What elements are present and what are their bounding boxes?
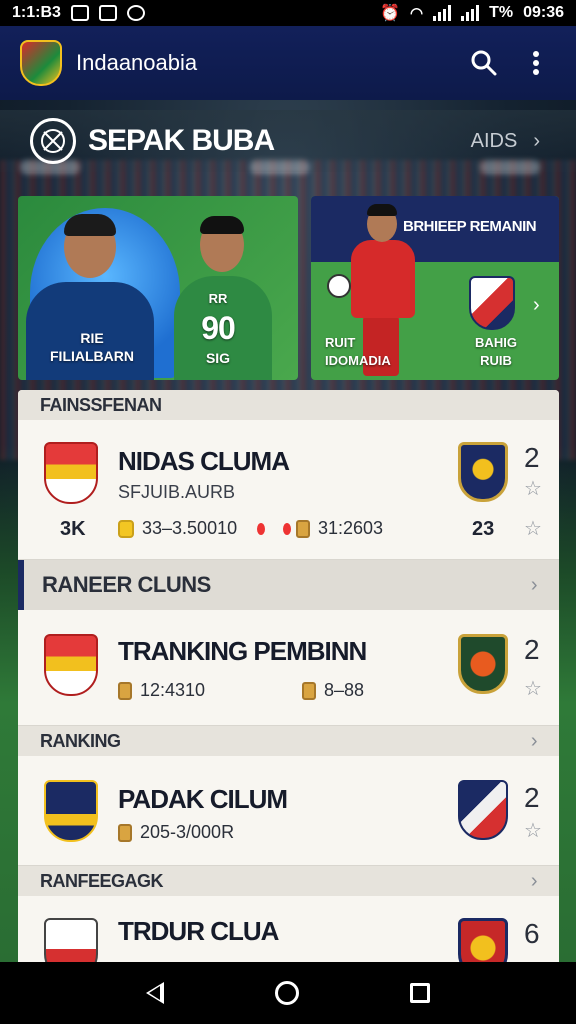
home-icon[interactable] bbox=[274, 981, 299, 1005]
list-item[interactable]: TRDUR CLUA 6 bbox=[18, 896, 559, 962]
drop-icon bbox=[283, 522, 292, 535]
rank-value: 6 bbox=[524, 918, 540, 949]
more-options-button[interactable] bbox=[516, 43, 556, 83]
coin-icon bbox=[118, 519, 134, 538]
opponent-value: 23 bbox=[472, 518, 495, 540]
chevron-right-icon: › bbox=[533, 129, 540, 152]
opponent-crest bbox=[458, 780, 508, 840]
club-name: TRDUR CLUA bbox=[118, 916, 279, 946]
club-crest bbox=[44, 442, 98, 504]
group-header[interactable]: RANKING › bbox=[18, 726, 559, 756]
shield-icon bbox=[98, 5, 117, 21]
alarm-icon: ⏰ bbox=[380, 5, 400, 22]
status-time-left: 1:1:B3 bbox=[12, 4, 61, 21]
club-stat-1: 205-3/000R bbox=[118, 822, 234, 843]
coin-icon bbox=[296, 519, 310, 538]
club-crest bbox=[44, 918, 98, 962]
chevron-right-icon: › bbox=[530, 573, 538, 596]
stat-value: 205-3/000R bbox=[140, 822, 235, 842]
star-icon[interactable]: ☆ bbox=[524, 676, 542, 701]
football-icon bbox=[30, 118, 76, 164]
stat-value: 12:4310 bbox=[140, 680, 206, 700]
group-header-label: RANKING bbox=[40, 730, 121, 751]
coin-icon bbox=[118, 681, 132, 700]
group-header[interactable]: RANFEEGAGK › bbox=[18, 866, 559, 896]
featured-card-title: BRHIEEP REMANIN bbox=[403, 218, 537, 235]
stat-value: 33–3.50010 bbox=[142, 518, 238, 538]
club-subtitle: SFJUIB.AURB bbox=[118, 482, 236, 502]
player-number-top: RR bbox=[208, 291, 228, 306]
group-header-label: RANEER CLUNS bbox=[42, 572, 211, 597]
back-icon[interactable] bbox=[145, 982, 164, 1004]
wifi-icon: ◠ bbox=[409, 5, 424, 22]
stat-value: 31:2603 bbox=[318, 518, 384, 538]
featured-match-card[interactable]: BRHIEEP REMANIN › RUIT IDOMADIA BAHIG RU… bbox=[311, 196, 559, 380]
rank-value: 2 bbox=[524, 634, 540, 665]
club-list-panel: FAINSSFENAN NIDAS CLUMA SFJUIB.AURB 3K 3… bbox=[18, 390, 559, 962]
search-icon bbox=[471, 50, 497, 76]
group-header-label: FAINSSFENAN bbox=[40, 394, 162, 415]
coin-icon bbox=[118, 823, 132, 842]
player-number: 90 bbox=[201, 310, 236, 346]
app-title: Indaanoabia bbox=[76, 50, 198, 75]
chevron-right-icon[interactable]: › bbox=[533, 294, 540, 317]
club-name: TRANKING PEMBINN bbox=[118, 636, 367, 666]
drop-icon bbox=[257, 522, 266, 535]
cat-icon bbox=[126, 5, 145, 21]
club-stat-2: 8–88 bbox=[302, 680, 364, 701]
featured-label-left: RUIT IDOMADIA bbox=[325, 335, 391, 368]
system-nav-bar bbox=[0, 962, 576, 1024]
signal-icon-2 bbox=[461, 5, 480, 21]
recent-apps-icon[interactable] bbox=[410, 983, 431, 1003]
club-stat-1: 33–3.50010 bbox=[118, 518, 292, 539]
search-button[interactable] bbox=[464, 43, 504, 83]
stat-value: 8–88 bbox=[324, 680, 365, 700]
player-label: RIE FILIALBARN bbox=[50, 330, 134, 365]
club-stat-1: 12:4310 bbox=[118, 680, 205, 701]
status-bar: 1:1:B3 ⏰ ◠ T% 09:36 bbox=[0, 0, 576, 26]
club-name: PADAK CILUM bbox=[118, 784, 288, 814]
chevron-right-icon: › bbox=[530, 869, 538, 892]
list-item[interactable]: NIDAS CLUMA SFJUIB.AURB 3K 33–3.50010 31… bbox=[18, 420, 559, 560]
star-icon[interactable]: ☆ bbox=[524, 516, 542, 541]
club-crest bbox=[44, 780, 98, 842]
chevron-right-icon: › bbox=[530, 729, 538, 752]
section-title: SEPAK BUBA bbox=[88, 124, 275, 157]
opponent-crest bbox=[458, 634, 508, 694]
coin-icon bbox=[302, 681, 316, 700]
app-logo[interactable] bbox=[20, 40, 62, 86]
group-header-label: RANFEEGAGK bbox=[40, 870, 164, 891]
opponent-crest bbox=[458, 918, 508, 962]
club-crest bbox=[469, 276, 515, 330]
more-vert-icon bbox=[533, 51, 539, 75]
list-item[interactable]: PADAK CILUM 205-3/000R 2 ☆ bbox=[18, 756, 559, 866]
star-icon[interactable]: ☆ bbox=[524, 818, 542, 843]
ball-icon bbox=[327, 274, 351, 298]
section-header: SEPAK BUBA AIDS › bbox=[0, 110, 576, 172]
rank-value: 2 bbox=[524, 782, 540, 813]
club-name: NIDAS CLUMA bbox=[118, 446, 290, 476]
group-header[interactable]: RANEER CLUNS › bbox=[18, 560, 559, 610]
star-icon[interactable]: ☆ bbox=[524, 476, 542, 501]
battery-text: T% bbox=[489, 4, 514, 21]
signal-icon bbox=[433, 5, 452, 21]
rank-value: 2 bbox=[524, 442, 540, 473]
app-bar: Indaanoabia bbox=[0, 26, 576, 100]
status-clock: 09:36 bbox=[523, 4, 564, 21]
list-item[interactable]: TRANKING PEMBINN 12:4310 8–88 2 ☆ bbox=[18, 610, 559, 726]
section-more-label: AIDS bbox=[470, 129, 518, 152]
gallery-icon bbox=[70, 5, 89, 21]
club-crest bbox=[44, 634, 98, 696]
section-more-link[interactable]: AIDS › bbox=[471, 130, 540, 153]
club-count: 3K bbox=[60, 518, 86, 540]
featured-player-card[interactable]: RIE FILIALBARN RR 90 SIG bbox=[18, 196, 298, 380]
opponent-crest bbox=[458, 442, 508, 502]
featured-label-right: BAHIG RUIB bbox=[475, 335, 517, 368]
group-header: FAINSSFENAN bbox=[18, 390, 559, 420]
player-number-bottom: SIG bbox=[205, 350, 231, 366]
club-stat-2: 31:2603 bbox=[296, 518, 383, 539]
